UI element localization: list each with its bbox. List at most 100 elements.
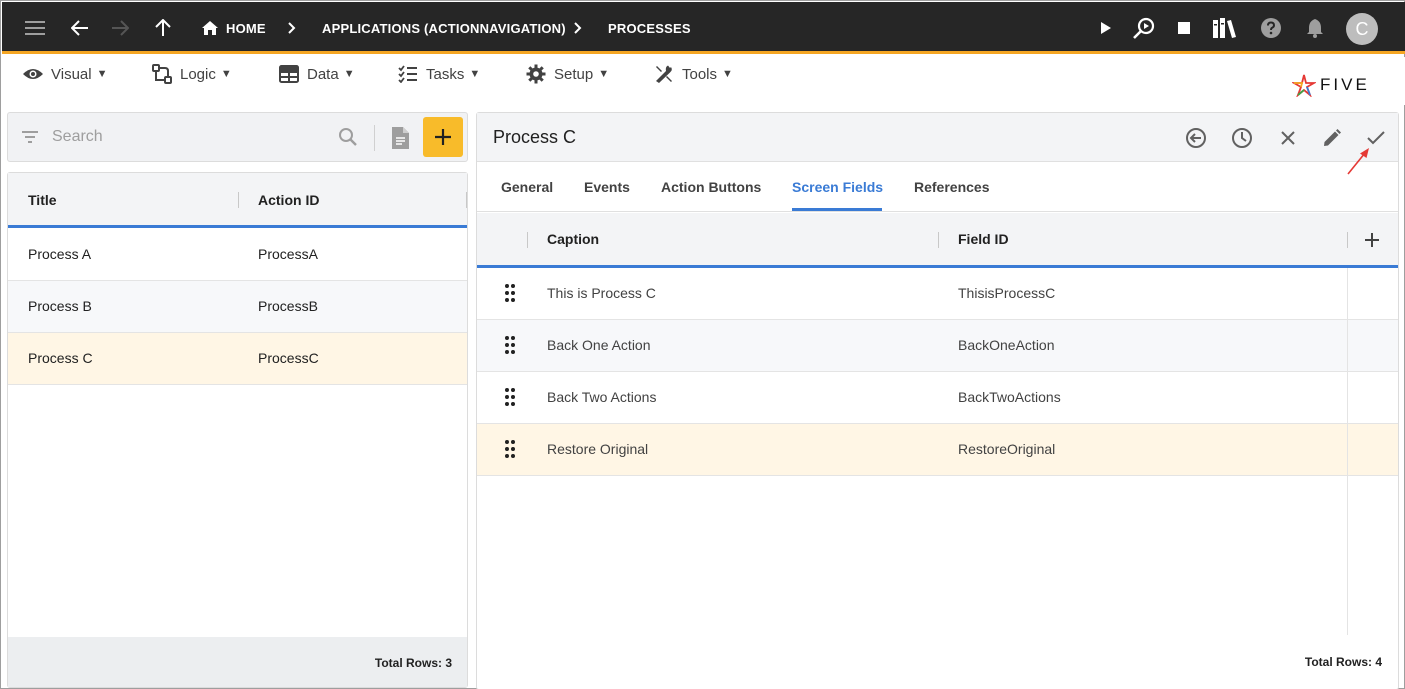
notifications-bell-icon[interactable] (1302, 2, 1328, 54)
breadcrumb-applications[interactable]: APPLICATIONS (ACTIONNAVIGATION) (322, 2, 566, 54)
table-row[interactable]: This is Process C ThisisProcessC (477, 268, 1398, 320)
column-header-action-id[interactable]: Action ID (258, 192, 319, 208)
plus-icon (1365, 233, 1379, 247)
menu-visual-label: Visual (51, 65, 92, 83)
column-separator (466, 192, 467, 208)
close-icon[interactable] (1275, 125, 1301, 151)
record-title: Process C (493, 127, 577, 147)
row-title: Process B (28, 298, 92, 314)
row-field-id: RestoreOriginal (958, 441, 1056, 457)
tab-action-buttons[interactable]: Action Buttons (661, 179, 761, 195)
row-title: Process A (28, 246, 92, 262)
drag-handle-icon[interactable] (505, 336, 515, 357)
detail-header: Process C (477, 113, 1398, 162)
add-record-button[interactable] (423, 117, 463, 157)
table-row-selected[interactable]: Restore Original RestoreOriginal (477, 424, 1398, 476)
row-caption: This is Process C (547, 285, 656, 301)
menu-bar: Visual ▼ Logic ▼ Data ▼ Tasks ▼ Setup ▼ … (2, 57, 1405, 105)
column-header-field-id[interactable]: Field ID (958, 231, 1009, 247)
tab-bar: General Events Action Buttons Screen Fie… (477, 163, 1398, 212)
tab-references[interactable]: References (914, 179, 990, 195)
top-app-bar: HOME APPLICATIONS (ACTIONNAVIGATION) PRO… (2, 2, 1405, 54)
row-field-id: BackOneAction (958, 337, 1055, 353)
library-books-icon[interactable] (1210, 2, 1240, 54)
menu-setup-label: Setup (554, 65, 594, 83)
stop-icon[interactable] (1172, 2, 1196, 54)
caret-down-icon: ▼ (220, 68, 232, 80)
checklist-icon (397, 63, 419, 85)
add-field-button[interactable] (1361, 229, 1383, 251)
search-divider (374, 125, 375, 151)
row-action-id: ProcessC (258, 350, 319, 366)
table-row[interactable]: Back Two Actions BackTwoActions (477, 372, 1398, 424)
five-logo: FIVE (1292, 71, 1370, 99)
help-icon[interactable] (1258, 2, 1284, 54)
menu-tools-label: Tools (682, 65, 718, 83)
record-detail-panel: Process C General Events Action Buttons … (476, 112, 1399, 689)
column-separator (238, 192, 239, 208)
row-field-id: ThisisProcessC (958, 285, 1056, 301)
app-window: HOME APPLICATIONS (ACTIONNAVIGATION) PRO… (0, 0, 1405, 689)
debug-search-icon[interactable] (1130, 2, 1158, 54)
list-row-selected[interactable]: Process C ProcessC (8, 333, 467, 385)
caret-down-icon: ▼ (598, 68, 610, 80)
eye-icon (22, 63, 44, 85)
drag-handle-icon[interactable] (505, 440, 515, 461)
column-separator (938, 232, 939, 248)
menu-tasks[interactable]: Tasks ▼ (397, 61, 480, 87)
menu-visual[interactable]: Visual ▼ (22, 61, 107, 87)
up-arrow-icon[interactable] (150, 2, 176, 54)
chevron-right-icon (570, 2, 586, 54)
caret-down-icon: ▼ (469, 68, 481, 80)
home-icon[interactable] (200, 2, 220, 54)
logic-icon (151, 63, 173, 85)
breadcrumb-processes[interactable]: PROCESSES (608, 2, 691, 54)
row-caption: Back One Action (547, 337, 651, 353)
search-bar: Search (7, 112, 468, 162)
tab-screen-fields[interactable]: Screen Fields (792, 179, 883, 195)
list-row[interactable]: Process A ProcessA (8, 229, 467, 281)
column-header-caption[interactable]: Caption (547, 231, 599, 247)
menu-logic[interactable]: Logic ▼ (151, 61, 232, 87)
list-header: Title Action ID (8, 173, 467, 228)
menu-tools[interactable]: Tools ▼ (653, 61, 733, 87)
total-rows-count: Total Rows: 3 (374, 656, 452, 670)
document-icon[interactable] (390, 126, 410, 155)
row-action-id: ProcessB (258, 298, 318, 314)
menu-data[interactable]: Data ▼ (278, 61, 355, 87)
search-input[interactable]: Search (52, 128, 103, 146)
active-tab-indicator (792, 208, 882, 211)
drag-handle-icon[interactable] (505, 284, 515, 305)
clock-icon[interactable] (1229, 125, 1255, 151)
edit-pencil-icon[interactable] (1319, 125, 1345, 151)
back-arrow-icon[interactable] (67, 2, 93, 54)
user-avatar[interactable]: C (1346, 13, 1378, 45)
history-back-icon[interactable] (1183, 125, 1209, 151)
column-header-title[interactable]: Title (28, 192, 57, 208)
caret-down-icon: ▼ (722, 68, 733, 80)
gear-icon (525, 63, 547, 85)
search-icon[interactable] (338, 127, 358, 152)
table-row[interactable]: Back One Action BackOneAction (477, 320, 1398, 372)
list-row[interactable]: Process B ProcessB (8, 281, 467, 333)
tab-general[interactable]: General (501, 179, 553, 195)
tools-icon (653, 63, 675, 85)
forward-arrow-icon[interactable] (107, 2, 133, 54)
menu-tasks-label: Tasks (426, 65, 465, 83)
total-rows-count: Total Rows: 4 (1304, 655, 1382, 669)
filter-icon[interactable] (20, 127, 40, 152)
run-play-icon[interactable] (1094, 2, 1118, 54)
drag-handle-icon[interactable] (505, 388, 515, 409)
left-list-panel: Search Title Action ID Process A Process… (7, 112, 468, 688)
breadcrumb-home[interactable]: HOME (226, 2, 266, 54)
row-title: Process C (28, 350, 93, 366)
column-separator (527, 232, 528, 248)
menu-logic-label: Logic (180, 65, 216, 83)
tab-events[interactable]: Events (584, 179, 630, 195)
menu-setup[interactable]: Setup ▼ (525, 61, 609, 87)
plus-icon (435, 129, 451, 145)
column-divider-line (1347, 268, 1348, 635)
hamburger-menu-icon[interactable] (22, 2, 48, 54)
process-list: Title Action ID Process A ProcessA Proce… (7, 172, 468, 688)
row-action-id: ProcessA (258, 246, 318, 262)
